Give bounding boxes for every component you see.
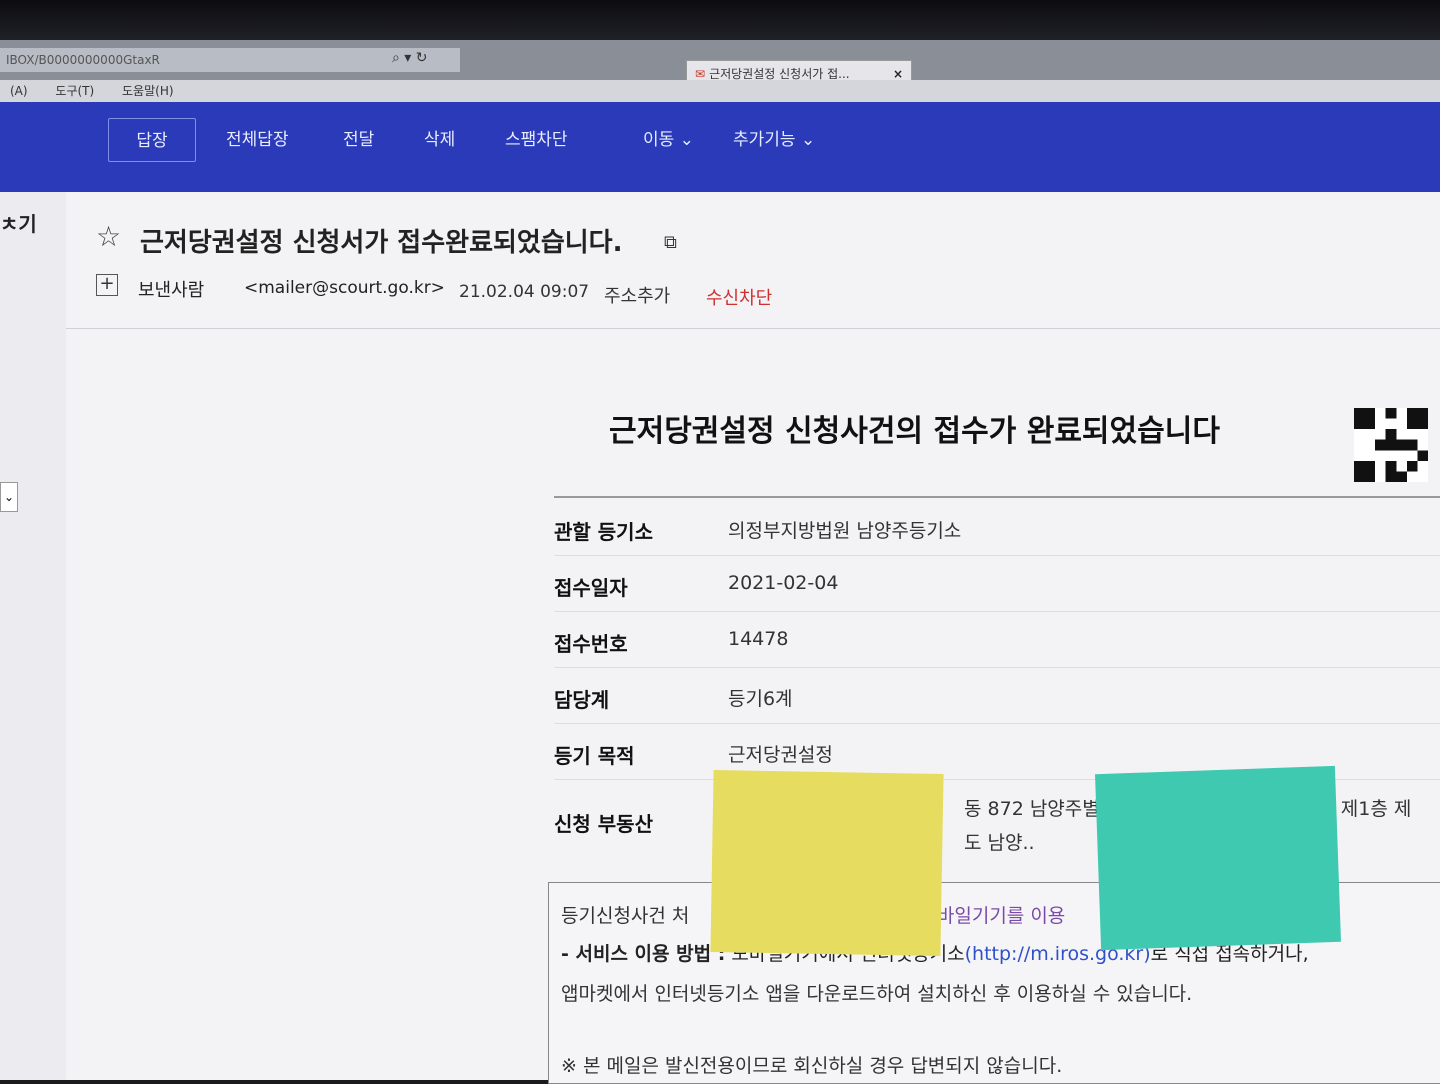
info-value: 14478 — [728, 628, 789, 650]
spam-block-button[interactable]: 스팸차단 — [505, 118, 568, 162]
mail-icon: ✉ — [695, 67, 706, 81]
menu-item-tools[interactable]: 도구(T) — [55, 84, 94, 98]
address-bar[interactable]: IBOX/B0000000000GtaxR — [0, 48, 460, 72]
info-row: 관할 등기소 의정부지방법원 남양주등기소 — [554, 500, 1440, 556]
yellow-sticky-note — [710, 770, 944, 956]
info-row: 담당계 등기6계 — [554, 668, 1440, 724]
sent-date: 21.02.04 09:07 — [459, 282, 590, 302]
copy-icon[interactable]: ⧉ — [664, 232, 677, 253]
add-address-link[interactable]: 주소추가 — [604, 282, 670, 308]
property-label: 신청 부동산 — [554, 812, 653, 836]
sender-email[interactable]: <mailer@scourt.go.kr> — [244, 278, 445, 298]
info-label: 등기 목적 — [554, 744, 635, 768]
more-features-dropdown[interactable]: 추가기능 ⌄ — [733, 118, 815, 162]
info-row: 접수번호 14478 — [554, 612, 1440, 668]
monitor-bezel — [0, 0, 1440, 40]
sender-label: 보낸사람 — [138, 280, 205, 301]
move-dropdown[interactable]: 이동 ⌄ — [643, 118, 694, 162]
info-label: 관할 등기소 — [554, 520, 653, 544]
sidebar-select[interactable]: ⌄ — [0, 482, 18, 512]
tab-title: 근저당권설정 신청서가 접... — [709, 67, 850, 81]
notice-app-text: 앱마켓에서 인터넷등기소 앱을 다운로드하여 설치하신 후 이용하실 수 있습니… — [561, 983, 1193, 1005]
delete-button[interactable]: 삭제 — [424, 118, 455, 162]
info-value: 의정부지방법원 남양주등기소 — [728, 520, 962, 542]
sidebar: ㅊ기 ⌄ — [0, 192, 67, 1080]
reply-button[interactable]: 답장 — [108, 118, 196, 162]
sidebar-label[interactable]: ㅊ기 — [0, 208, 37, 237]
mail-toolbar: 답장 전체답장 전달 삭제 스팸차단 이동 ⌄ 추가기능 ⌄ — [0, 102, 1440, 192]
info-value: 등기6계 — [728, 688, 793, 710]
mail-header: ☆ 근저당권설정 신청서가 접수완료되었습니다. ⧉ + 보낸사람 <maile… — [66, 192, 1440, 329]
info-label: 접수일자 — [554, 576, 628, 600]
property-address-line2: 도 남양.. — [964, 832, 1035, 854]
mail-subject: 근저당권설정 신청서가 접수완료되었습니다. — [140, 228, 623, 258]
body-title: 근저당권설정 신청사건의 접수가 완료되었습니다 — [609, 414, 1220, 449]
block-sender-link[interactable]: 수신차단 — [706, 284, 772, 310]
forward-button[interactable]: 전달 — [343, 118, 374, 162]
info-label: 담당계 — [554, 688, 610, 712]
search-refresh-icons[interactable]: ⌕ ▾ ↻ — [392, 50, 428, 66]
qr-code-icon — [1354, 408, 1428, 482]
notice-footer: ※ 본 메일은 발신전용이므로 회신하실 경우 답변되지 않습니다. — [561, 1055, 1063, 1077]
reply-all-button[interactable]: 전체답장 — [226, 118, 289, 162]
info-label: 접수번호 — [554, 632, 628, 656]
info-value: 근저당권설정 — [728, 744, 833, 766]
teal-sticky-note — [1095, 765, 1341, 951]
info-value: 2021-02-04 — [728, 572, 839, 594]
star-icon[interactable]: ☆ — [96, 220, 121, 253]
menu-item[interactable]: (A) — [10, 84, 28, 98]
menu-bar: (A) 도구(T) 도움말(H) — [0, 80, 1440, 102]
expand-plus-icon[interactable]: + — [96, 274, 118, 296]
info-divider — [554, 496, 1440, 498]
info-row: 접수일자 2021-02-04 — [554, 556, 1440, 612]
menu-item-help[interactable]: 도움말(H) — [122, 84, 174, 98]
